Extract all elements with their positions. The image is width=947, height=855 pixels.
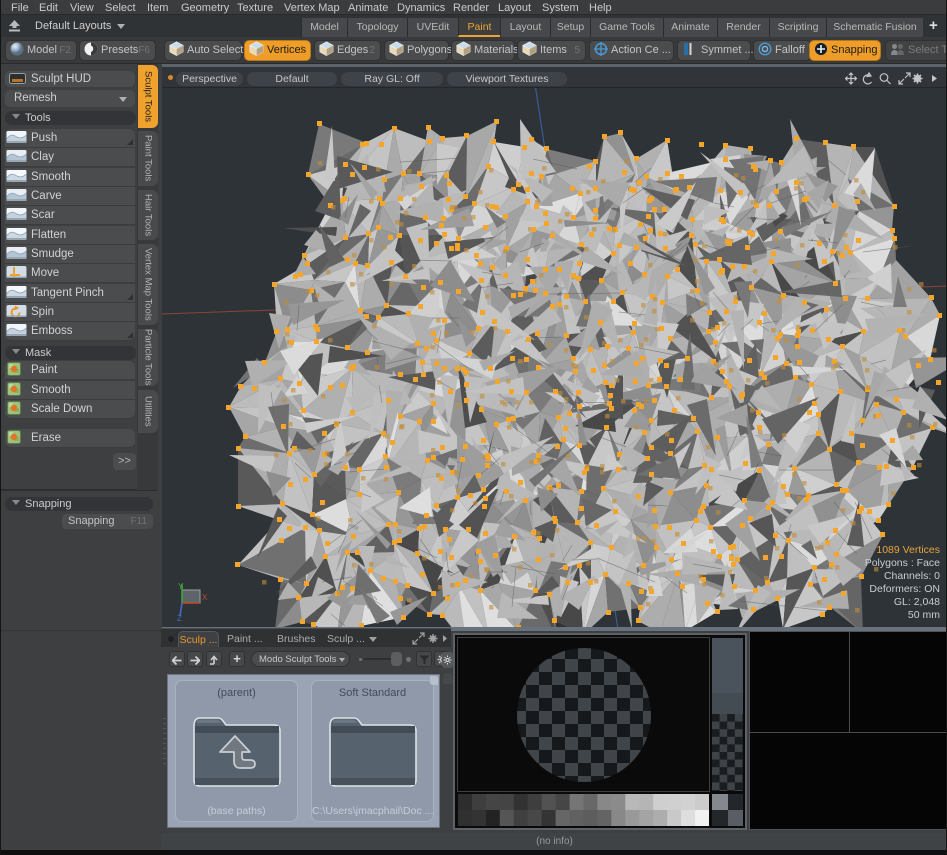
svg-text:Y: Y (178, 582, 184, 591)
svg-text:Z: Z (177, 614, 182, 622)
svg-text:X: X (202, 593, 208, 602)
